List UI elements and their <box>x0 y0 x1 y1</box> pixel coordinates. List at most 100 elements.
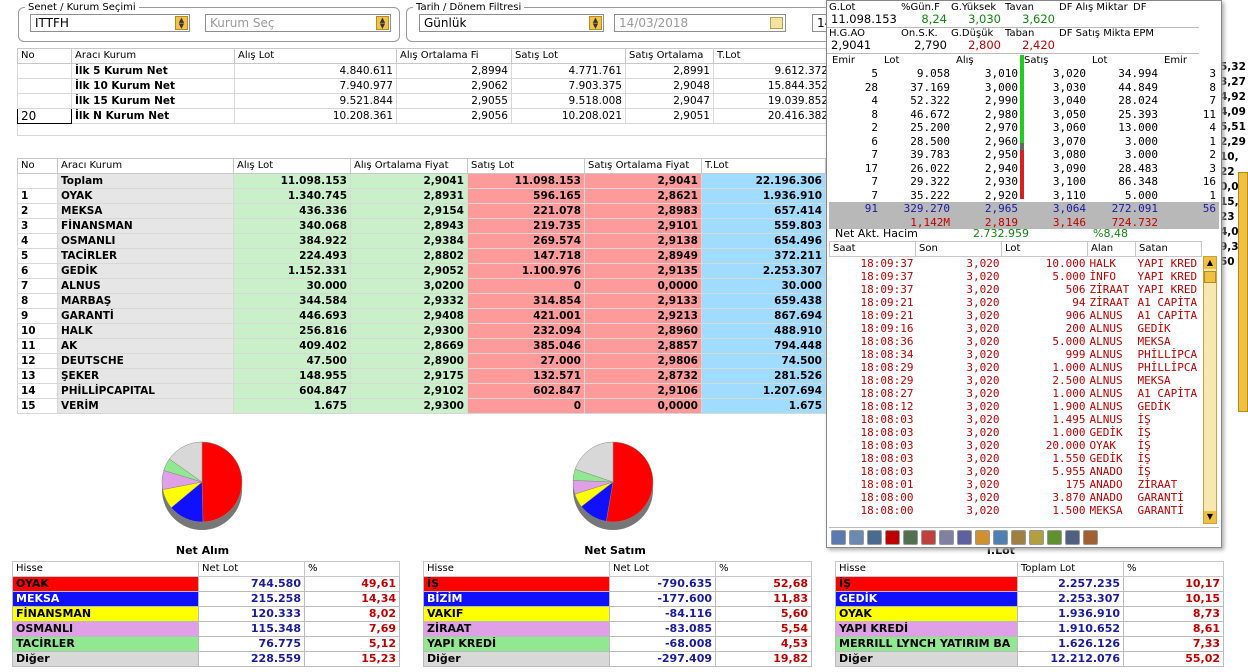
trades-col-header[interactable]: Alan <box>1087 241 1136 257</box>
trades-col-header[interactable]: Satan <box>1135 241 1202 257</box>
trade-row[interactable]: 18:08:03 3,020 1.495 ALNUS İŞ <box>830 413 1202 426</box>
m-icon[interactable] <box>885 530 900 545</box>
broker-row[interactable]: 9 GARANTİ 446.693 2,9408 421.001 2,9213 867.69… <box>17 308 826 324</box>
top-col-header[interactable]: Satış Ortalama <box>625 48 714 64</box>
senet-select[interactable]: ITTFH ▲ ▼ <box>30 14 190 32</box>
calendar-icon[interactable] <box>975 530 990 545</box>
trade-row[interactable]: 18:09:37 3,020 5.000 İNFO YAPI KRED <box>830 270 1202 283</box>
edit-icon[interactable] <box>1083 530 1098 545</box>
top-table-row[interactable]: İlk 5 Kurum Net 4.840.611 2,8994 4.771.761 2… <box>17 63 862 79</box>
orderbook-row[interactable]: 4 52.322 2,990 3,040 28.024 7 <box>829 94 1219 108</box>
trades-col-header[interactable]: Lot <box>1001 241 1088 257</box>
summary-row[interactable]: GEDİK 2.253.307 10,15 <box>835 591 1224 607</box>
kurum-spin-icon[interactable]: ▲ ▼ <box>376 16 389 30</box>
summary-row[interactable]: FİNANSMAN 120.333 8,02 <box>12 606 400 622</box>
arrows-icon[interactable] <box>921 530 936 545</box>
depth-popup-window[interactable]: G.Lot %Gün.F G.Yüksek Tavan DF Alış Miktar DF… <box>826 0 1222 548</box>
trade-row[interactable]: 18:08:27 3,020 1.000 ALNUS A1 CAPİTA <box>830 387 1202 400</box>
orderbook-row[interactable]: 2 25.200 2,970 3,060 13.000 4 <box>829 121 1219 135</box>
top-col-header[interactable]: T.Lot <box>713 48 832 64</box>
trades-col-header[interactable]: Saat <box>829 241 916 257</box>
summary-row[interactable]: OSMANLI 115.348 7,69 <box>12 621 400 637</box>
trade-row[interactable]: 18:08:03 3,020 1.550 GEDİK İŞ <box>830 452 1202 465</box>
scroll-up-icon[interactable]: ▲ <box>1204 257 1216 269</box>
broker-row[interactable]: 3 FİNANSMAN 340.068 2,8943 219.735 2,9101 559.… <box>17 218 826 234</box>
trade-row[interactable]: 18:09:37 3,020 506 ZİRAAT YAPI KRED <box>830 283 1202 296</box>
broker-row[interactable]: 12 DEUTSCHE 47.500 2,8900 27.000 2,9806 74.500 <box>17 353 826 369</box>
summary-col-header[interactable]: % <box>1123 561 1224 577</box>
trades-col-header[interactable]: Son <box>915 241 1002 257</box>
trade-row[interactable]: 18:09:37 3,020 10.000 HALK YAPI KRED <box>830 257 1202 271</box>
summary-col-header[interactable]: % <box>715 561 812 577</box>
orderbook-row[interactable]: 7 29.322 2,930 3,100 86.348 16 <box>829 175 1219 189</box>
grid-icon[interactable] <box>957 530 972 545</box>
summary-row[interactable]: MERRILL LYNCH YATIRIM BA 1.626.126 7,33 <box>835 636 1224 652</box>
broker-col-header[interactable]: T.Lot <box>701 158 826 174</box>
broker-row[interactable]: 10 HALK 256.816 2,9300 232.094 2,8960 488.910 <box>17 323 826 339</box>
top-col-header[interactable]: Satış Lot <box>511 48 626 64</box>
orderbook-row[interactable]: 7 35.222 2,920 3,110 5.000 1 <box>829 189 1219 203</box>
summary-col-header[interactable]: Net Lot <box>609 561 716 577</box>
trade-row[interactable]: 18:08:12 3,020 1.900 ALNUS GEDİK <box>830 400 1202 413</box>
trade-row[interactable]: 18:08:29 3,020 2.500 ALNUS MEKSA <box>830 374 1202 387</box>
trade-row[interactable]: 18:08:03 3,020 1.000 GEDİK İŞ <box>830 426 1202 439</box>
top-table-row[interactable]: İlk 10 Kurum Net 7.940.977 2,9062 7.903.375… <box>17 78 862 94</box>
trade-row[interactable]: 18:09:21 3,020 906 ALNUS A1 CAPİTA <box>830 309 1202 322</box>
summary-row[interactable]: Diğer 228.559 15,23 <box>12 651 400 667</box>
trades-scrollbar[interactable]: ▲ ▼ <box>1203 256 1217 524</box>
broker-col-header[interactable]: No <box>17 158 58 174</box>
chart2-icon[interactable] <box>1047 530 1062 545</box>
summary-row[interactable]: Diğer 12.212.076 55,02 <box>835 651 1224 667</box>
top-col-header[interactable]: Alış Ortalama Fi <box>396 48 512 64</box>
summary-row[interactable]: VAKIF -84.116 5,60 <box>423 606 812 622</box>
summary-row[interactable]: İŞ -790.635 52,68 <box>423 576 812 592</box>
table-icon[interactable] <box>993 530 1008 545</box>
trade-row[interactable]: 18:08:00 3,020 3.870 ANADO GARANTİ <box>830 491 1202 504</box>
trade-row[interactable]: 18:08:34 3,020 999 ALNUS PHİLLİPCA <box>830 348 1202 361</box>
top-table-row[interactable]: 20 İlk N Kurum Net 10.208.361 2,9056 10.208.… <box>17 108 862 124</box>
chart-icon[interactable] <box>831 530 846 545</box>
trade-row[interactable]: 18:08:00 3,020 1.500 MEKSA GARANTİ <box>830 504 1202 517</box>
summary-row[interactable]: İŞ 2.257.235 10,17 <box>835 576 1224 592</box>
summary-row[interactable]: ZİRAAT -83.085 5,54 <box>423 621 812 637</box>
trade-row[interactable]: 18:08:29 3,020 1.000 ALNUS PHİLLİPCA <box>830 361 1202 374</box>
orderbook-row[interactable]: 5 9.058 3,010 3,020 34.994 3 <box>829 67 1219 81</box>
orderbook-row[interactable]: 7 39.783 2,950 3,080 3.000 2 <box>829 148 1219 162</box>
top-col-header[interactable]: No <box>17 48 72 64</box>
trade-row[interactable]: 18:08:01 3,020 175 ANADO ZİRAAT <box>830 478 1202 491</box>
broker-total-row[interactable]: Toplam 11.098.153 2,9041 11.098.153 2,9041 22… <box>17 173 826 189</box>
summary-row[interactable]: MEKSA 215.258 14,34 <box>12 591 400 607</box>
broker-col-header[interactable]: Aracı Kurum <box>57 158 234 174</box>
document-icon[interactable] <box>939 530 954 545</box>
broker-row[interactable]: 7 ALNUS 30.000 3,0200 0 0,0000 30.000 <box>17 278 826 294</box>
broker-row[interactable]: 14 PHİLLİPCAPITAL 604.847 2,9102 602.847 2,91… <box>17 383 826 399</box>
kurum-select[interactable]: Kurum Seç ▲ ▼ <box>205 14 391 32</box>
right-scrollbar[interactable] <box>1238 172 1248 412</box>
summary-row[interactable]: TACİRLER 76.775 5,12 <box>12 636 400 652</box>
broker-col-header[interactable]: Alış Ortalama Fiyat <box>350 158 468 174</box>
orderbook-row[interactable]: 8 46.672 2,980 3,050 25.393 11 <box>829 108 1219 122</box>
settings-icon[interactable] <box>867 530 882 545</box>
summary-row[interactable]: YAPI KREDİ -68.008 4,53 <box>423 636 812 652</box>
orderbook-row[interactable]: 17 26.022 2,940 3,090 28.483 3 <box>829 162 1219 176</box>
summary-col-header[interactable]: Hisse <box>835 561 1018 577</box>
broker-row[interactable]: 2 MEKSA 436.336 2,9154 221.078 2,8983 657.414 <box>17 203 826 219</box>
broker-row[interactable]: 11 AK 409.402 2,8669 385.046 2,8857 794.448 <box>17 338 826 354</box>
magnifier-icon[interactable] <box>1029 530 1044 545</box>
trade-row[interactable]: 18:08:36 3,020 5.000 ALNUS MEKSA <box>830 335 1202 348</box>
summary-row[interactable]: BİZİM -177.600 11,83 <box>423 591 812 607</box>
top-table-row[interactable]: İlk 15 Kurum Net 9.521.844 2,9055 9.518.008… <box>17 93 862 109</box>
calendar-icon[interactable] <box>770 17 783 29</box>
tools2-icon[interactable] <box>1011 530 1026 545</box>
period-select[interactable]: Günlük ▲ ▼ <box>419 14 604 32</box>
broker-row[interactable]: 6 GEDİK 1.152.331 2,9052 1.100.976 2,9135 2.25… <box>17 263 826 279</box>
summary-col-header[interactable]: Toplam Lot <box>1017 561 1124 577</box>
top-col-header[interactable]: Alış Lot <box>234 48 397 64</box>
summary-col-header[interactable]: Net Lot <box>198 561 305 577</box>
broker-row[interactable]: 15 VERİM 1.675 2,9300 0 0,0000 1.675 <box>17 398 826 414</box>
trade-row[interactable]: 18:08:03 3,020 20.000 OYAK İŞ <box>830 439 1202 452</box>
orderbook-row[interactable]: 28 37.169 3,000 3,030 44.849 8 <box>829 81 1219 95</box>
date-input[interactable]: 14/03/2018 <box>614 14 786 32</box>
broker-row[interactable]: 5 TACİRLER 224.493 2,8802 147.718 2,8949 372.2… <box>17 248 826 264</box>
summary-col-header[interactable]: Hisse <box>12 561 199 577</box>
